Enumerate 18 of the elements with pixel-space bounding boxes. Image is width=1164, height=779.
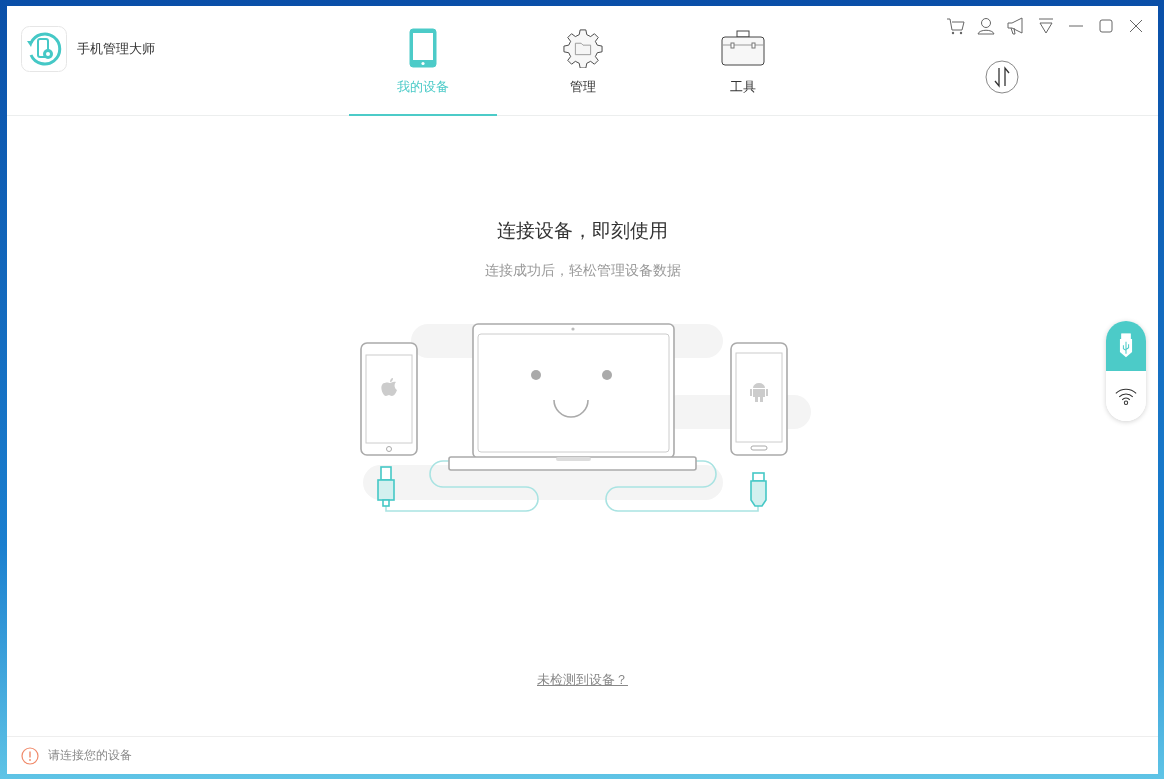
nav-tab[interactable]: 管理 <box>509 6 657 116</box>
warning-icon <box>21 746 39 765</box>
dropdown-menu-icon[interactable] <box>1036 16 1056 36</box>
briefcase-icon <box>721 28 765 68</box>
connect-heading: 连接设备，即刻使用 <box>497 218 668 243</box>
app-logo-icon <box>21 26 67 72</box>
user-icon[interactable] <box>976 16 996 36</box>
app-title: 手机管理大师 <box>77 40 155 58</box>
transfer-arrows-icon[interactable] <box>985 60 1019 94</box>
help-link[interactable]: 未检测到设备？ <box>537 671 628 689</box>
connect-subheading: 连接成功后，轻松管理设备数据 <box>484 262 681 280</box>
megaphone-icon[interactable] <box>1006 16 1026 36</box>
status-message: 请连接您的设备 <box>48 747 132 764</box>
nav-tab[interactable]: 工具 <box>669 6 817 116</box>
cart-icon[interactable] <box>946 16 966 36</box>
gear-folder-icon <box>563 28 603 68</box>
maximize-icon[interactable] <box>1096 16 1116 36</box>
wifi-mode-button[interactable] <box>1106 371 1146 421</box>
